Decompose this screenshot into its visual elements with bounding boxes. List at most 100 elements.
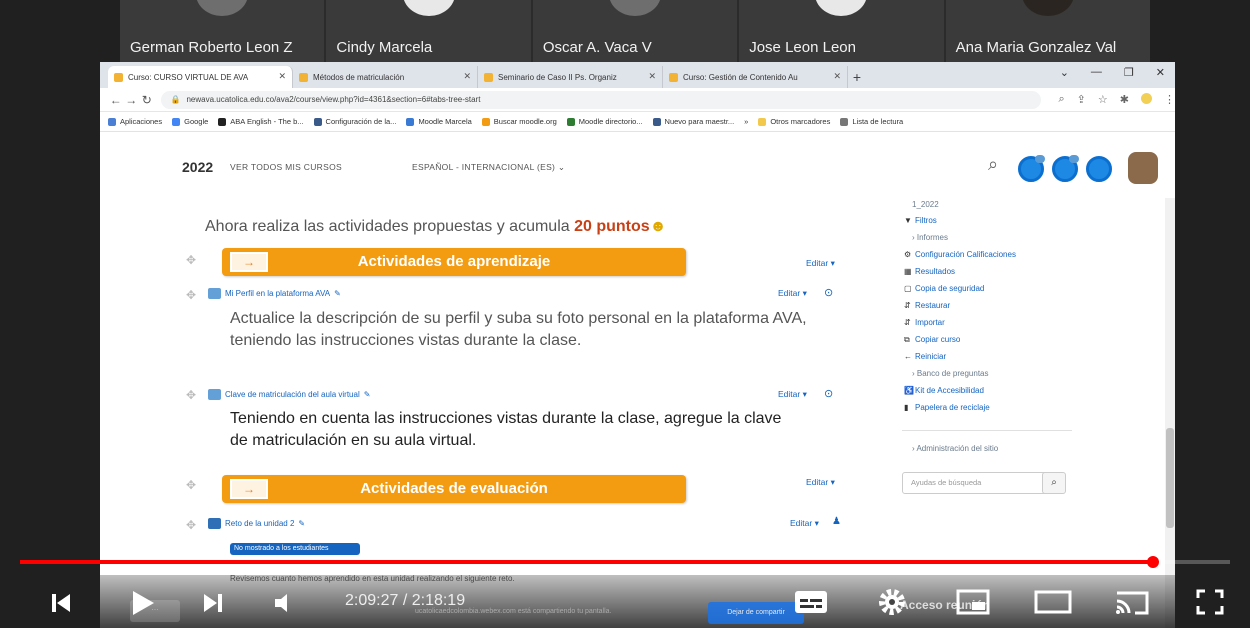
- scroll-thumb[interactable]: [1166, 428, 1174, 528]
- admin-item: 1_2022: [912, 200, 939, 209]
- admin-item-informes[interactable]: › Informes: [912, 233, 948, 242]
- bookmark-google[interactable]: Google: [172, 117, 208, 126]
- edit-menu[interactable]: Editar ▾: [806, 258, 835, 269]
- bookmark-lista-lectura[interactable]: Lista de lectura: [840, 117, 903, 126]
- language-menu[interactable]: ESPAÑOL - INTERNACIONAL (ES) ⌄: [412, 162, 565, 173]
- bookmark-aba[interactable]: ABA English - The b...: [218, 117, 304, 126]
- volume-icon[interactable]: [272, 590, 298, 616]
- minimize-icon[interactable]: —: [1091, 66, 1102, 79]
- bookmark-otros[interactable]: Otros marcadores: [758, 117, 830, 126]
- admin-item-copia[interactable]: ▢ Copia de seguridad: [904, 284, 984, 293]
- stop-sharing-button[interactable]: Dejar de compartir: [708, 602, 804, 624]
- participant-tile[interactable]: German Roberto Leon Z: [120, 0, 325, 62]
- new-tab-button[interactable]: +: [848, 66, 866, 88]
- close-tab-icon[interactable]: ✕: [463, 71, 471, 82]
- bookmark-buscar-moodle[interactable]: Buscar moodle.org: [481, 117, 557, 126]
- share-icon[interactable]: ⇪: [1077, 93, 1086, 106]
- bookmark-overflow[interactable]: »: [744, 117, 748, 126]
- participant-tile[interactable]: Oscar A. Vaca V: [532, 0, 738, 62]
- avatar[interactable]: [1128, 152, 1158, 184]
- site-brand[interactable]: 2022: [182, 159, 213, 175]
- previous-icon[interactable]: [48, 590, 74, 616]
- url-field[interactable]: 🔒 newava.ucatolica.edu.co/ava2/course/vi…: [160, 90, 1041, 109]
- search-icon[interactable]: ⌕: [1042, 472, 1066, 494]
- play-icon[interactable]: [130, 589, 156, 617]
- scrubber-handle[interactable]: [1147, 556, 1159, 568]
- admin-item-reiniciar[interactable]: ← Reiniciar: [904, 352, 946, 361]
- restore-icon: ⇵: [904, 301, 911, 310]
- menu-icon[interactable]: ⋮: [1164, 93, 1175, 106]
- admin-item-kit[interactable]: ♿Kit de Accesibilidad: [904, 386, 984, 395]
- browser-tab[interactable]: Métodos de matriculación ✕: [293, 66, 478, 88]
- edit-pencil-icon[interactable]: ✎: [334, 289, 341, 298]
- edit-menu[interactable]: Editar ▾: [806, 477, 835, 488]
- admin-item-restaurar[interactable]: ⇵ Restaurar: [904, 301, 950, 310]
- bookmark-apps[interactable]: Aplicaciones: [108, 117, 162, 126]
- accessibility-icon[interactable]: [1086, 156, 1112, 182]
- activity-link[interactable]: Mi Perfil en la plataforma AVA ✎: [208, 288, 341, 299]
- theater-mode-icon[interactable]: [1033, 588, 1073, 616]
- back-icon[interactable]: ←: [108, 93, 124, 107]
- extensions-icon[interactable]: ✱: [1120, 93, 1129, 106]
- move-handle-icon[interactable]: ✥: [186, 288, 196, 302]
- tab-search-icon[interactable]: ⌄: [1060, 66, 1069, 79]
- filter-icon: ▼: [904, 216, 912, 225]
- bookmark-nuevo-maestro[interactable]: Nuevo para maestr...: [652, 117, 734, 126]
- settings-gear-icon[interactable]: [876, 586, 908, 618]
- user-roles-icon[interactable]: ♟: [832, 516, 841, 527]
- move-handle-icon[interactable]: ✥: [186, 253, 196, 267]
- admin-item-calificaciones[interactable]: ⚙ Configuración Calificaciones: [904, 250, 1016, 259]
- progress-bar[interactable]: [20, 556, 1230, 568]
- zoom-icon[interactable]: ⌕: [1059, 93, 1065, 106]
- edit-pencil-icon[interactable]: ✎: [298, 519, 305, 528]
- bookmark-moodle-marcela[interactable]: Moodle Marcela: [406, 117, 472, 126]
- edit-menu[interactable]: Editar ▾: [790, 518, 819, 529]
- edit-menu[interactable]: Editar ▾: [778, 288, 807, 299]
- intro-text: Ahora realiza las actividades propuestas…: [205, 218, 667, 236]
- admin-item-filtros[interactable]: ▼ Filtros: [904, 216, 937, 225]
- admin-item-banco[interactable]: › Banco de preguntas: [912, 369, 989, 378]
- participant-tile[interactable]: Ana Maria Gonzalez Val: [945, 0, 1151, 62]
- notifications-icon[interactable]: [1018, 155, 1045, 182]
- star-icon[interactable]: ☆: [1098, 93, 1108, 106]
- participant-tile[interactable]: Cindy Marcela: [326, 0, 531, 62]
- admin-site-link[interactable]: › Administración del sitio: [912, 444, 998, 453]
- restore-icon[interactable]: ❐: [1124, 66, 1134, 79]
- visibility-eye-icon[interactable]: ⊙: [824, 286, 833, 299]
- edit-menu[interactable]: Editar ▾: [778, 389, 807, 400]
- participant-tile[interactable]: Jose Leon Leon: [739, 0, 944, 62]
- admin-item-importar[interactable]: ⇵ Importar: [904, 318, 945, 327]
- admin-item-papelera[interactable]: ▮ Papelera de reciclaje: [904, 403, 990, 412]
- all-courses-link[interactable]: VER TODOS MIS CURSOS: [230, 162, 342, 172]
- close-tab-icon[interactable]: ✕: [833, 71, 841, 82]
- messages-icon[interactable]: [1052, 155, 1079, 182]
- edit-pencil-icon[interactable]: ✎: [364, 390, 371, 399]
- miniplayer-icon[interactable]: [955, 588, 991, 616]
- admin-item-resultados[interactable]: ▦ Resultados: [904, 267, 955, 276]
- browser-tab[interactable]: Curso: CURSO VIRTUAL DE AVA ✕: [108, 66, 293, 88]
- activity-link[interactable]: Clave de matriculación del aula virtual …: [208, 389, 370, 400]
- subtitles-icon[interactable]: [793, 588, 829, 616]
- move-handle-icon[interactable]: ✥: [186, 388, 196, 402]
- admin-item-copiar[interactable]: ⧉ Copiar curso: [904, 335, 960, 345]
- visibility-eye-icon[interactable]: ⊙: [824, 387, 833, 400]
- bookmark-configuracion[interactable]: Configuración de la...: [313, 117, 396, 126]
- close-window-icon[interactable]: ✕: [1156, 66, 1165, 79]
- browser-tab[interactable]: Seminario de Caso II Ps. Organiz ✕: [478, 66, 663, 88]
- close-tab-icon[interactable]: ✕: [648, 71, 656, 82]
- reload-icon[interactable]: ↻: [139, 93, 155, 107]
- search-icon[interactable]: ⌕: [988, 154, 998, 175]
- move-handle-icon[interactable]: ✥: [186, 478, 196, 492]
- bookmark-moodle-directorio[interactable]: Moodle directorio...: [566, 117, 643, 126]
- block-search-input[interactable]: Ayudas de búsqueda: [902, 472, 1060, 494]
- moodle-icon: [481, 117, 490, 126]
- activity-link[interactable]: Reto de la unidad 2 ✎: [208, 518, 305, 529]
- fullscreen-icon[interactable]: [1195, 588, 1225, 616]
- close-tab-icon[interactable]: ✕: [278, 71, 286, 82]
- cast-icon[interactable]: [1113, 587, 1151, 617]
- forward-icon[interactable]: →: [124, 93, 140, 107]
- next-icon[interactable]: [200, 590, 226, 616]
- browser-tab[interactable]: Curso: Gestión de Contenido Au ✕: [663, 66, 848, 88]
- profile-icon[interactable]: [1140, 93, 1152, 104]
- move-handle-icon[interactable]: ✥: [186, 518, 196, 532]
